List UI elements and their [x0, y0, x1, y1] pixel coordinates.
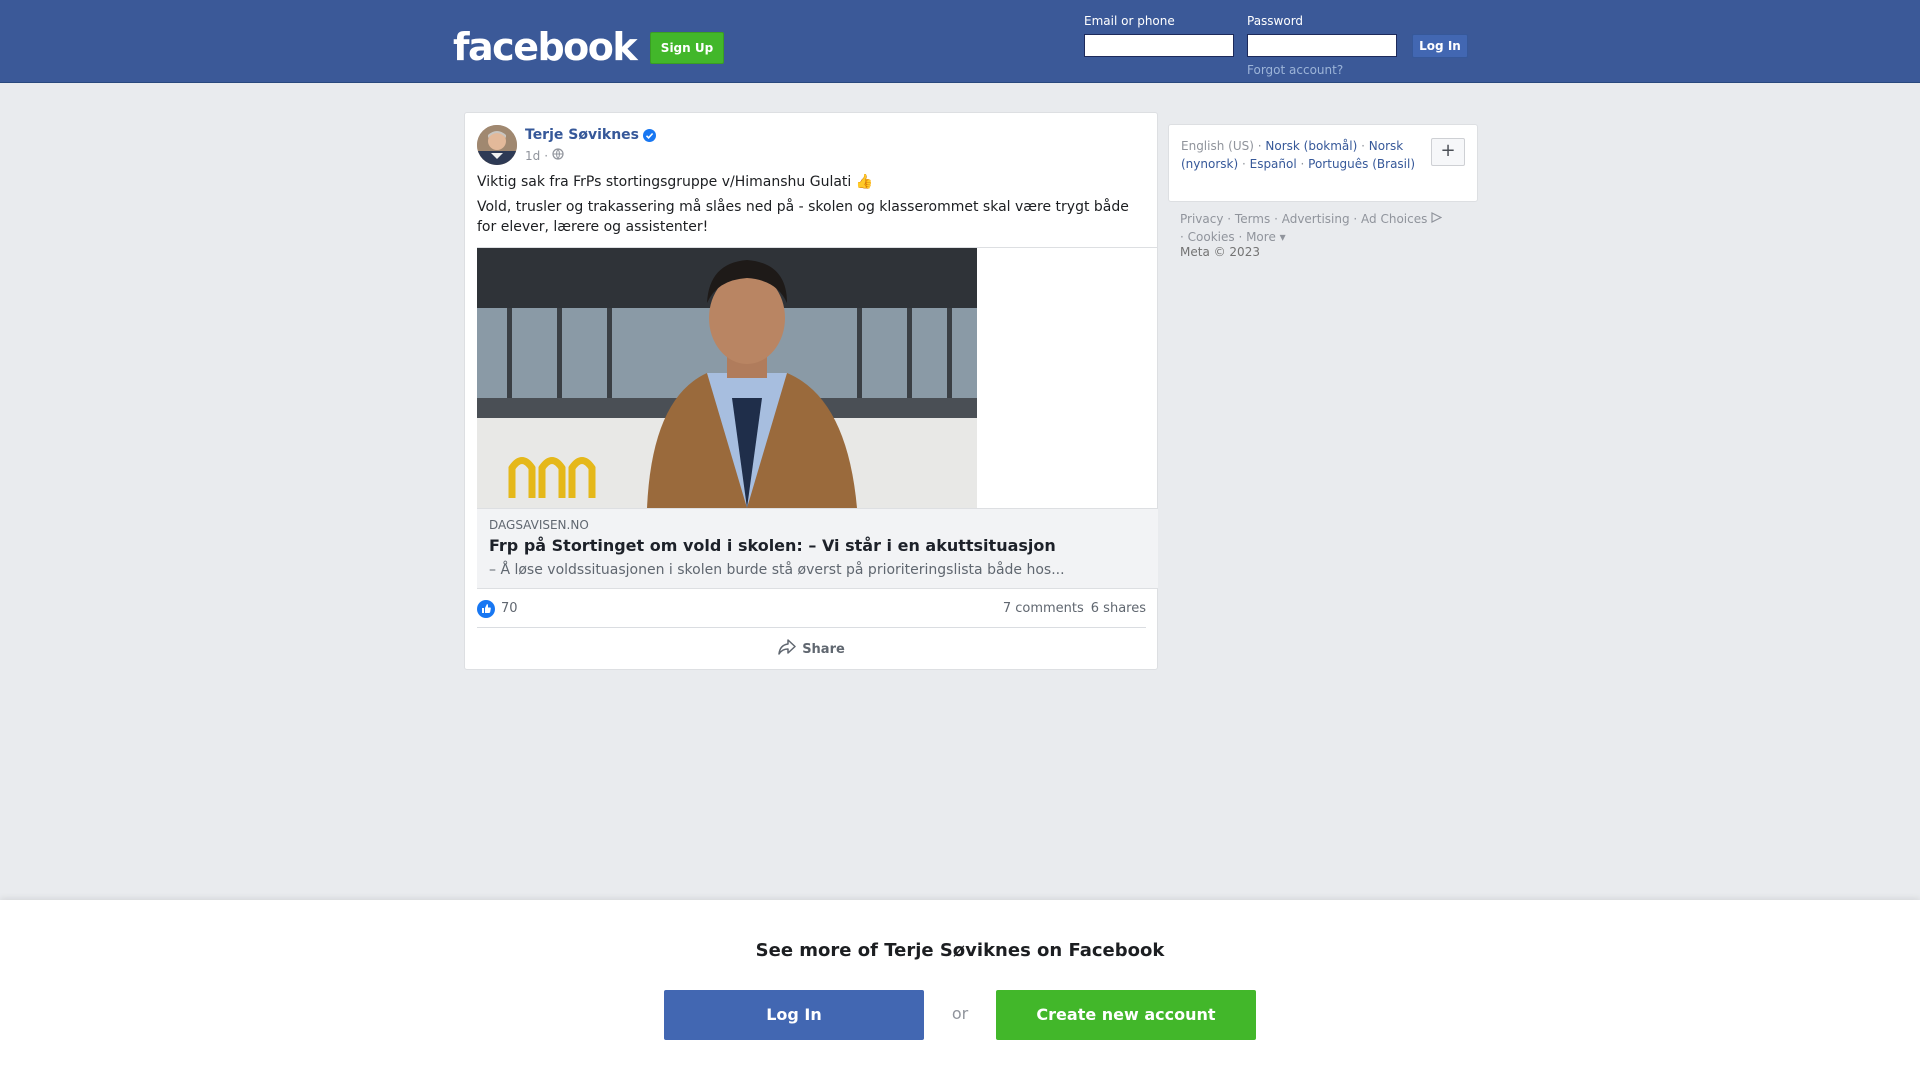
login-prompt-banner: See more of Terje Søviknes on Facebook L… [0, 900, 1920, 1080]
footer-link-more[interactable]: More [1246, 230, 1276, 244]
footer-link-ad-choices[interactable]: Ad Choices [1361, 212, 1427, 226]
create-account-button[interactable]: Create new account [996, 990, 1256, 1040]
post-text-line: Vold, trusler og trakassering må slåes n… [477, 199, 1129, 235]
share-button[interactable]: Share [477, 634, 1146, 664]
link-domain: DAGSAVISEN.NO [489, 518, 589, 532]
reactions[interactable]: 70 [477, 599, 518, 618]
share-count[interactable]: 6 shares [1091, 601, 1146, 616]
copyright: Meta © 2023 [1180, 245, 1260, 259]
footer-link-advertising[interactable]: Advertising [1282, 212, 1350, 226]
banner-title: See more of Terje Søviknes on Facebook [755, 940, 1165, 961]
language-option[interactable]: Português (Brasil) [1308, 157, 1415, 171]
engagement-counts: 7 comments 6 shares [1003, 601, 1146, 616]
like-count[interactable]: 70 [501, 601, 518, 616]
share-icon [778, 639, 796, 659]
sign-up-button[interactable]: Sign Up [650, 32, 724, 64]
post-meta: 1d · [525, 148, 564, 163]
like-icon [477, 599, 495, 618]
link-title[interactable]: Frp på Stortinget om vold i skolen: – Vi… [489, 535, 1146, 557]
top-navigation-bar: facebook Sign Up Email or phone Password… [0, 0, 1920, 83]
footer-link-privacy[interactable]: Privacy [1180, 212, 1223, 226]
email-field[interactable] [1084, 34, 1234, 57]
language-list: English (US) · Norsk (bokmål) · Norsk (n… [1181, 139, 1416, 171]
language-option[interactable]: Norsk (bokmål) [1265, 139, 1357, 153]
link-preview[interactable]: DAGSAVISEN.NO Frp på Stortinget om vold … [477, 247, 1158, 589]
footer-links: Privacy · Terms · Advertising · Ad Choic… [1180, 210, 1480, 246]
post-text-line: Viktig sak fra FrPs stortingsgruppe v/Hi… [477, 174, 874, 190]
post-card: Terje Søviknes 1d · Viktig sak fra FrPs … [464, 112, 1158, 670]
header-login-button[interactable]: Log In [1412, 34, 1468, 58]
avatar[interactable] [477, 125, 517, 165]
forgot-account-link[interactable]: Forgot account? [1247, 63, 1343, 77]
comment-count[interactable]: 7 comments [1003, 601, 1084, 616]
language-selector: English (US) · Norsk (bokmål) · Norsk (n… [1168, 124, 1478, 202]
email-label: Email or phone [1084, 14, 1175, 28]
post-stats: 70 7 comments 6 shares [477, 596, 1146, 628]
footer-link-cookies[interactable]: Cookies [1188, 230, 1235, 244]
verified-badge-icon [643, 128, 656, 142]
password-field[interactable] [1247, 34, 1397, 57]
password-label: Password [1247, 14, 1304, 28]
add-language-button[interactable]: + [1431, 138, 1465, 166]
globe-icon [552, 148, 564, 163]
banner-login-button[interactable]: Log In [664, 990, 924, 1040]
post-body: Viktig sak fra FrPs stortingsgruppe v/Hi… [477, 172, 1147, 242]
link-preview-details[interactable]: DAGSAVISEN.NO Frp på Stortinget om vold … [477, 508, 1158, 589]
share-label: Share [802, 641, 845, 657]
link-description: – Å løse voldssituasjonen i skolen burde… [489, 562, 1065, 578]
post-timestamp[interactable]: 1d [525, 149, 540, 163]
author-name[interactable]: Terje Søviknes [525, 127, 639, 143]
ad-choices-icon [1431, 212, 1443, 226]
link-preview-image[interactable] [477, 248, 977, 508]
language-option[interactable]: Español [1250, 157, 1297, 171]
or-separator: or [951, 1004, 969, 1023]
post-author[interactable]: Terje Søviknes [525, 127, 656, 143]
footer-link-terms[interactable]: Terms [1235, 212, 1270, 226]
current-language: English (US) [1181, 139, 1254, 153]
facebook-logo[interactable]: facebook [453, 25, 638, 69]
chevron-down-icon: ▾ [1279, 230, 1286, 244]
